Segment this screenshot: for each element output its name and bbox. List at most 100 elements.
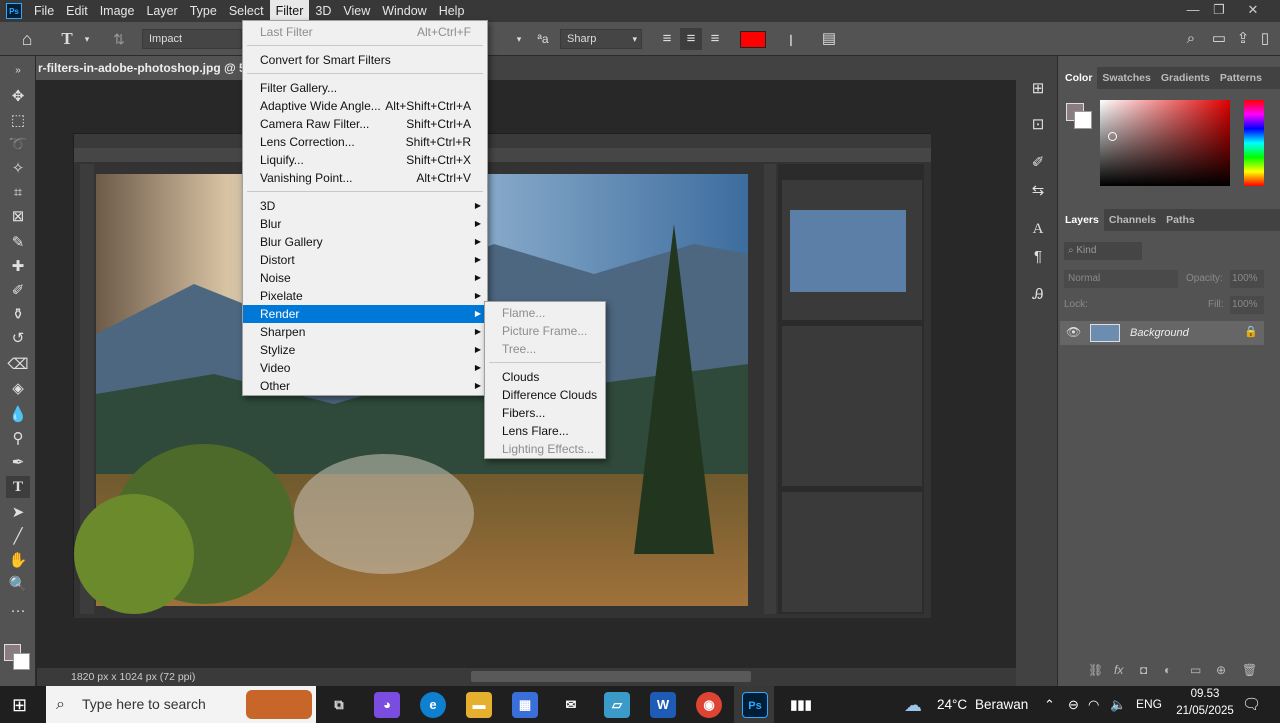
frame-tool-icon[interactable]: ⊠ [6, 206, 30, 228]
search-icon[interactable]: ⌕ [1180, 28, 1202, 50]
weather-cloud-icon[interactable]: ☁ [904, 695, 922, 716]
zoom-tool-icon[interactable]: 🔍 [6, 574, 30, 596]
tab-color[interactable]: Color [1060, 67, 1098, 89]
text-color-swatch[interactable] [740, 31, 766, 48]
taskbar-search-box[interactable]: ⌕ Type here to search [46, 686, 316, 723]
menu-window[interactable]: Window [376, 0, 432, 22]
panel-toggle-icon[interactable]: ▯ [1254, 28, 1276, 50]
menu-render[interactable]: Render ▶ [243, 305, 487, 323]
font-size-chevron-icon[interactable]: ▾ [508, 28, 530, 50]
menu-distort[interactable]: Distort ▶ [243, 251, 487, 269]
word-icon[interactable]: W [650, 692, 676, 718]
adjustments-panel-icon[interactable]: ⇆ [1026, 180, 1050, 202]
network-icon[interactable]: ⊖ [1068, 686, 1079, 723]
tab-gradients[interactable]: Gradients [1156, 67, 1215, 89]
layer-row[interactable]: 👁 Background 🔒 [1060, 321, 1264, 345]
paragraph-panel-icon[interactable]: ¶ [1026, 246, 1050, 268]
type-tool-preset-icon[interactable]: T [56, 28, 78, 50]
paint-bucket-tool-icon[interactable]: ◈ [6, 378, 30, 400]
menu-camera-raw-filter[interactable]: Camera Raw Filter... Shift+Ctrl+A [243, 115, 487, 133]
marquee-tool-icon[interactable]: ⬚ [6, 110, 30, 132]
task-view-icon[interactable]: ⧉ [326, 692, 352, 718]
new-layer-icon[interactable]: ⊕ [1216, 663, 1226, 677]
fx-icon[interactable]: fx [1114, 663, 1123, 677]
clock-time[interactable]: 09.53 [1172, 688, 1238, 700]
menu-blur[interactable]: Blur ▶ [243, 215, 487, 233]
audio-app-icon[interactable]: ▮▮▮ [788, 692, 814, 718]
menu-pixelate[interactable]: Pixelate ▶ [243, 287, 487, 305]
history-brush-tool-icon[interactable]: ↺ [6, 328, 30, 350]
link-layers-icon[interactable]: ⛓ [1088, 663, 1103, 677]
menu-stylize[interactable]: Stylize ▶ [243, 341, 487, 359]
tab-layers[interactable]: Layers [1060, 209, 1104, 231]
eraser-tool-icon[interactable]: ⌫ [6, 354, 30, 376]
photoshop-taskbar-icon[interactable]: Ps [742, 692, 768, 718]
microsoft-store-icon[interactable]: ▦ [512, 692, 538, 718]
menu-adaptive-wide-angle[interactable]: Adaptive Wide Angle... Alt+Shift+Ctrl+A [243, 97, 487, 115]
menu-difference-clouds[interactable]: Difference Clouds [485, 386, 605, 404]
background-color-swatch[interactable] [13, 653, 30, 670]
align-right-icon[interactable]: ≡ [704, 28, 726, 50]
clock-date[interactable]: 21/05/2025 [1168, 705, 1242, 717]
color-picker-cursor[interactable] [1108, 132, 1117, 141]
collapse-toolbar-icon[interactable]: » [6, 60, 30, 82]
blend-mode-select[interactable]: Normal [1064, 270, 1178, 288]
hand-tool-icon[interactable]: ✋ [6, 550, 30, 572]
fill-input[interactable]: 100% [1230, 296, 1264, 314]
tab-swatches[interactable]: Swatches [1097, 67, 1155, 89]
hue-slider[interactable] [1244, 100, 1264, 186]
lasso-tool-icon[interactable]: ➰ [6, 134, 30, 156]
menu-blur-gallery[interactable]: Blur Gallery ▶ [243, 233, 487, 251]
notepad-icon[interactable]: ▱ [604, 692, 630, 718]
menu-view[interactable]: View [337, 0, 376, 22]
opacity-input[interactable]: 100% [1230, 270, 1264, 288]
document-tab[interactable]: r-filters-in-adobe-photoshop.jpg @ 50% ( [36, 56, 246, 80]
volume-icon[interactable]: 🔈 [1110, 686, 1126, 723]
menu-file[interactable]: File [28, 0, 60, 22]
layer-filter-kind[interactable]: ⌕ Kind [1064, 242, 1142, 260]
close-icon[interactable]: ✕ [1240, 0, 1266, 22]
menu-filter[interactable]: Filter [269, 0, 310, 22]
character-panel-icon[interactable]: A [1026, 218, 1050, 240]
delete-layer-icon[interactable]: 🗑 [1242, 663, 1257, 677]
menu-other[interactable]: Other ▶ [243, 377, 487, 395]
show-hidden-icons-icon[interactable]: ⌃ [1044, 686, 1055, 723]
blur-tool-icon[interactable]: 💧 [6, 404, 30, 426]
windows-start-icon[interactable]: ⊞ [12, 695, 32, 715]
chrome-icon[interactable]: ◉ [696, 692, 722, 718]
menu-clouds[interactable]: Clouds [485, 368, 605, 386]
menu-select[interactable]: Select [223, 0, 270, 22]
minimize-icon[interactable]: — [1180, 0, 1206, 22]
menu-convert-smart-filters[interactable]: Convert for Smart Filters [243, 51, 487, 69]
file-explorer-icon[interactable]: ▬ [466, 692, 492, 718]
align-center-icon[interactable]: ≡ [680, 28, 702, 50]
menu-image[interactable]: Image [94, 0, 141, 22]
menu-video[interactable]: Video ▶ [243, 359, 487, 377]
horizontal-scrollbar[interactable] [471, 671, 751, 682]
menu-type[interactable]: Type [184, 0, 223, 22]
tab-patterns[interactable]: Patterns [1215, 67, 1267, 89]
character-panel-icon[interactable]: ▤ [818, 28, 840, 50]
move-tool-icon[interactable]: ✥ [6, 86, 30, 108]
photoshop-logo-icon[interactable]: Ps [6, 3, 22, 19]
line-tool-icon[interactable]: ╱ [6, 526, 30, 548]
home-icon[interactable]: ⌂ [16, 28, 38, 50]
menu-lens-correction[interactable]: Lens Correction... Shift+Ctrl+R [243, 133, 487, 151]
crop-tool-icon[interactable]: ⌗ [6, 182, 30, 204]
history-panel-icon[interactable]: ⊞ [1026, 78, 1050, 100]
layer-name[interactable]: Background [1130, 321, 1189, 345]
type-tool-icon[interactable]: T [6, 476, 30, 498]
menu-help[interactable]: Help [433, 0, 471, 22]
weather-temp[interactable]: 24°C [937, 686, 967, 723]
add-mask-icon[interactable]: ◘ [1140, 663, 1147, 677]
brush-settings-panel-icon[interactable]: ✐ [1026, 152, 1050, 174]
glyphs-panel-icon[interactable]: Ꭿ [1026, 284, 1050, 306]
workspace-icon[interactable]: ▭ [1208, 28, 1230, 50]
restore-icon[interactable]: ❐ [1206, 0, 1232, 22]
eyedropper-tool-icon[interactable]: ✎ [6, 232, 30, 254]
copilot-icon[interactable]: ◕ [374, 692, 400, 718]
weather-text[interactable]: Berawan [975, 686, 1028, 723]
wifi-icon[interactable]: ◠ [1088, 686, 1099, 723]
edge-browser-icon[interactable]: e [420, 692, 446, 718]
menu-fibers[interactable]: Fibers... [485, 404, 605, 422]
